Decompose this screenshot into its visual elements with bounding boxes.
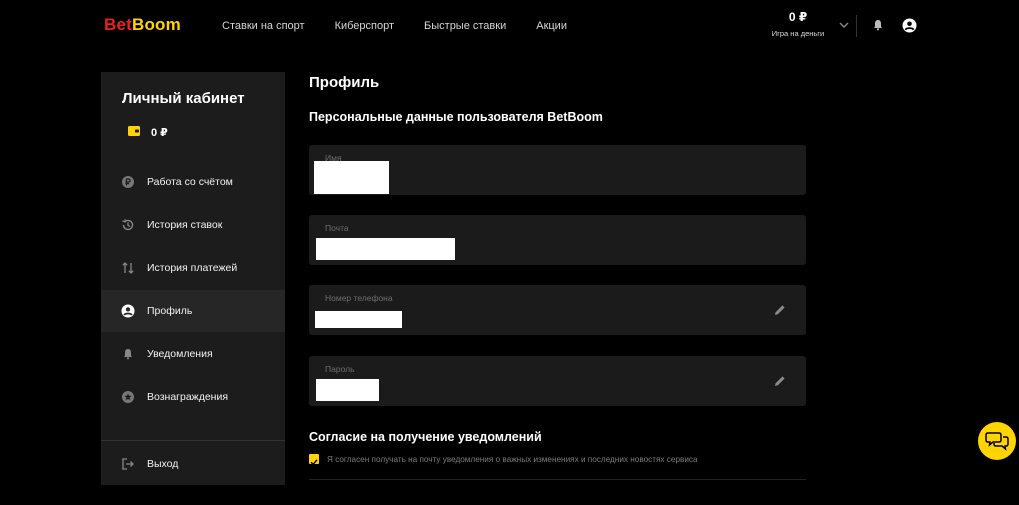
star-icon bbox=[121, 390, 135, 404]
pencil-icon[interactable] bbox=[773, 374, 787, 388]
content-divider bbox=[309, 479, 806, 480]
nav-fast-bets[interactable]: Быстрые ставки bbox=[424, 20, 506, 32]
sidebar-title: Личный кабинет bbox=[122, 90, 245, 107]
consent-checkbox[interactable] bbox=[309, 454, 319, 466]
consent-heading: Согласие на получение уведомлений bbox=[309, 430, 542, 444]
nav-sports-betting[interactable]: Ставки на спорт bbox=[222, 20, 305, 32]
personal-data-heading: Персональные данные пользователя BetBoom bbox=[309, 110, 603, 124]
balance-mode-label: Игра на деньги bbox=[771, 29, 825, 38]
sidebar-divider bbox=[101, 440, 285, 441]
email-field[interactable]: Почта bbox=[309, 215, 806, 265]
chevron-down-icon[interactable] bbox=[837, 18, 851, 32]
top-header: BetBoom Ставки на спорт Киберспорт Быстр… bbox=[0, 0, 1019, 54]
sidebar-item-label: История ставок bbox=[147, 219, 223, 231]
pencil-icon[interactable] bbox=[773, 303, 787, 317]
account-sidebar: Личный кабинет 0 ₽ Работа со счётом Исто… bbox=[101, 72, 285, 485]
main-nav: Ставки на спорт Киберспорт Быстрые ставк… bbox=[222, 20, 567, 32]
nav-promotions[interactable]: Акции bbox=[536, 20, 567, 32]
history-icon bbox=[121, 218, 135, 232]
nav-esports[interactable]: Киберспорт bbox=[335, 20, 394, 32]
email-field-label: Почта bbox=[325, 223, 349, 233]
sidebar-item-rewards[interactable]: Вознаграждения bbox=[101, 376, 285, 418]
balance-amount: 0 ₽ bbox=[788, 10, 808, 24]
sidebar-item-label: История платежей bbox=[147, 262, 238, 274]
header-divider bbox=[856, 15, 857, 37]
sidebar-item-bet-history[interactable]: История ставок bbox=[101, 204, 285, 246]
betboom-logo[interactable]: BetBoom bbox=[104, 15, 181, 35]
logout-label: Выход bbox=[147, 458, 179, 470]
transfer-arrows-icon bbox=[121, 261, 135, 275]
bell-icon[interactable] bbox=[872, 19, 884, 31]
password-field-label: Пароль bbox=[325, 364, 355, 374]
password-value-redacted bbox=[316, 379, 379, 401]
logo-boom: Boom bbox=[132, 15, 181, 34]
phone-field[interactable]: Номер телефона bbox=[309, 285, 806, 335]
support-chat-button[interactable] bbox=[978, 422, 1016, 460]
sidebar-item-notifications[interactable]: Уведомления bbox=[101, 333, 285, 375]
user-icon bbox=[121, 304, 135, 318]
sidebar-item-label: Уведомления bbox=[147, 348, 213, 360]
email-value-redacted bbox=[316, 238, 455, 260]
name-value-redacted bbox=[314, 161, 389, 194]
wallet-icon bbox=[128, 126, 140, 136]
chat-bubbles-icon bbox=[985, 432, 1009, 451]
logout-button[interactable]: Выход bbox=[101, 443, 285, 485]
consent-text: Я согласен получать на почту уведомления… bbox=[327, 455, 698, 464]
sidebar-item-payment-history[interactable]: История платежей bbox=[101, 247, 285, 289]
logo-bet: Bet bbox=[104, 15, 132, 34]
user-icon[interactable] bbox=[902, 18, 917, 33]
password-field[interactable]: Пароль bbox=[309, 356, 806, 406]
sidebar-item-profile[interactable]: Профиль bbox=[101, 290, 285, 332]
page-title: Профиль bbox=[309, 74, 380, 91]
sidebar-item-label: Вознаграждения bbox=[147, 391, 229, 403]
header-balance[interactable]: 0 ₽ Игра на деньги bbox=[760, 10, 836, 38]
checkmark-icon bbox=[310, 459, 318, 466]
phone-value-redacted bbox=[315, 311, 402, 328]
phone-field-label: Номер телефона bbox=[325, 293, 393, 303]
sidebar-wallet-balance: 0 ₽ bbox=[151, 127, 168, 139]
sidebar-item-account[interactable]: Работа со счётом bbox=[101, 161, 285, 203]
sidebar-item-label: Работа со счётом bbox=[147, 176, 233, 188]
sidebar-item-label: Профиль bbox=[147, 305, 193, 317]
name-field[interactable]: Имя bbox=[309, 145, 806, 195]
logout-icon bbox=[121, 457, 135, 471]
ruble-coin-icon bbox=[121, 175, 135, 189]
bell-icon bbox=[121, 347, 135, 361]
